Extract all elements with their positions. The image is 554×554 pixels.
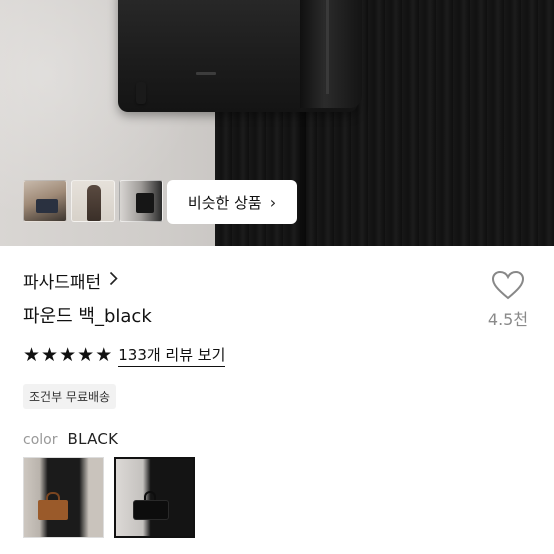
color-option-black[interactable] xyxy=(114,457,195,538)
star-icon: ★ xyxy=(95,344,113,366)
product-title: 파운드 백_black xyxy=(23,306,152,327)
star-icon: ★ xyxy=(41,344,59,366)
chevron-right-icon xyxy=(109,271,118,290)
review-link[interactable]: 133개 리뷰 보기 xyxy=(118,344,226,367)
thumbnail-2[interactable] xyxy=(71,180,115,222)
star-icon: ★ xyxy=(77,344,95,366)
bag-logo-mark xyxy=(196,72,216,75)
color-options xyxy=(23,457,195,538)
thumbnail-3[interactable] xyxy=(119,180,163,222)
like-count: 4.5천 xyxy=(487,310,529,329)
shipping-badge: 조건부 무료배송 xyxy=(23,384,117,409)
bag-thumbnail xyxy=(38,500,68,520)
similar-products-label: 비슷한 상품 xyxy=(187,193,262,212)
chevron-right-icon: › xyxy=(269,192,277,212)
color-option-brown[interactable] xyxy=(23,457,104,538)
bag-thumbnail xyxy=(134,501,168,519)
zipper-pull xyxy=(136,82,146,104)
like-button[interactable]: 4.5천 xyxy=(480,270,536,330)
thumbnail-1[interactable] xyxy=(23,180,67,222)
bag-zipper xyxy=(326,0,329,94)
thumbnail-strip xyxy=(23,180,163,222)
star-icon: ★ xyxy=(59,344,77,366)
star-rating: ★ ★ ★ ★ ★ xyxy=(23,346,112,365)
bag-gusset xyxy=(300,0,362,108)
shop-name: 파사드패턴 xyxy=(23,273,102,293)
color-label: color xyxy=(23,432,58,448)
color-row: color BLACK xyxy=(23,430,118,448)
product-hero-image[interactable]: 비슷한 상품 › xyxy=(0,0,554,246)
rating-row: ★ ★ ★ ★ ★ 133개 리뷰 보기 xyxy=(23,344,226,367)
heart-outline-icon xyxy=(491,270,525,300)
similar-products-button[interactable]: 비슷한 상품 › xyxy=(167,180,297,224)
shop-link[interactable]: 파사드패턴 xyxy=(23,268,118,293)
color-value: BLACK xyxy=(67,430,119,448)
star-icon: ★ xyxy=(23,344,41,366)
